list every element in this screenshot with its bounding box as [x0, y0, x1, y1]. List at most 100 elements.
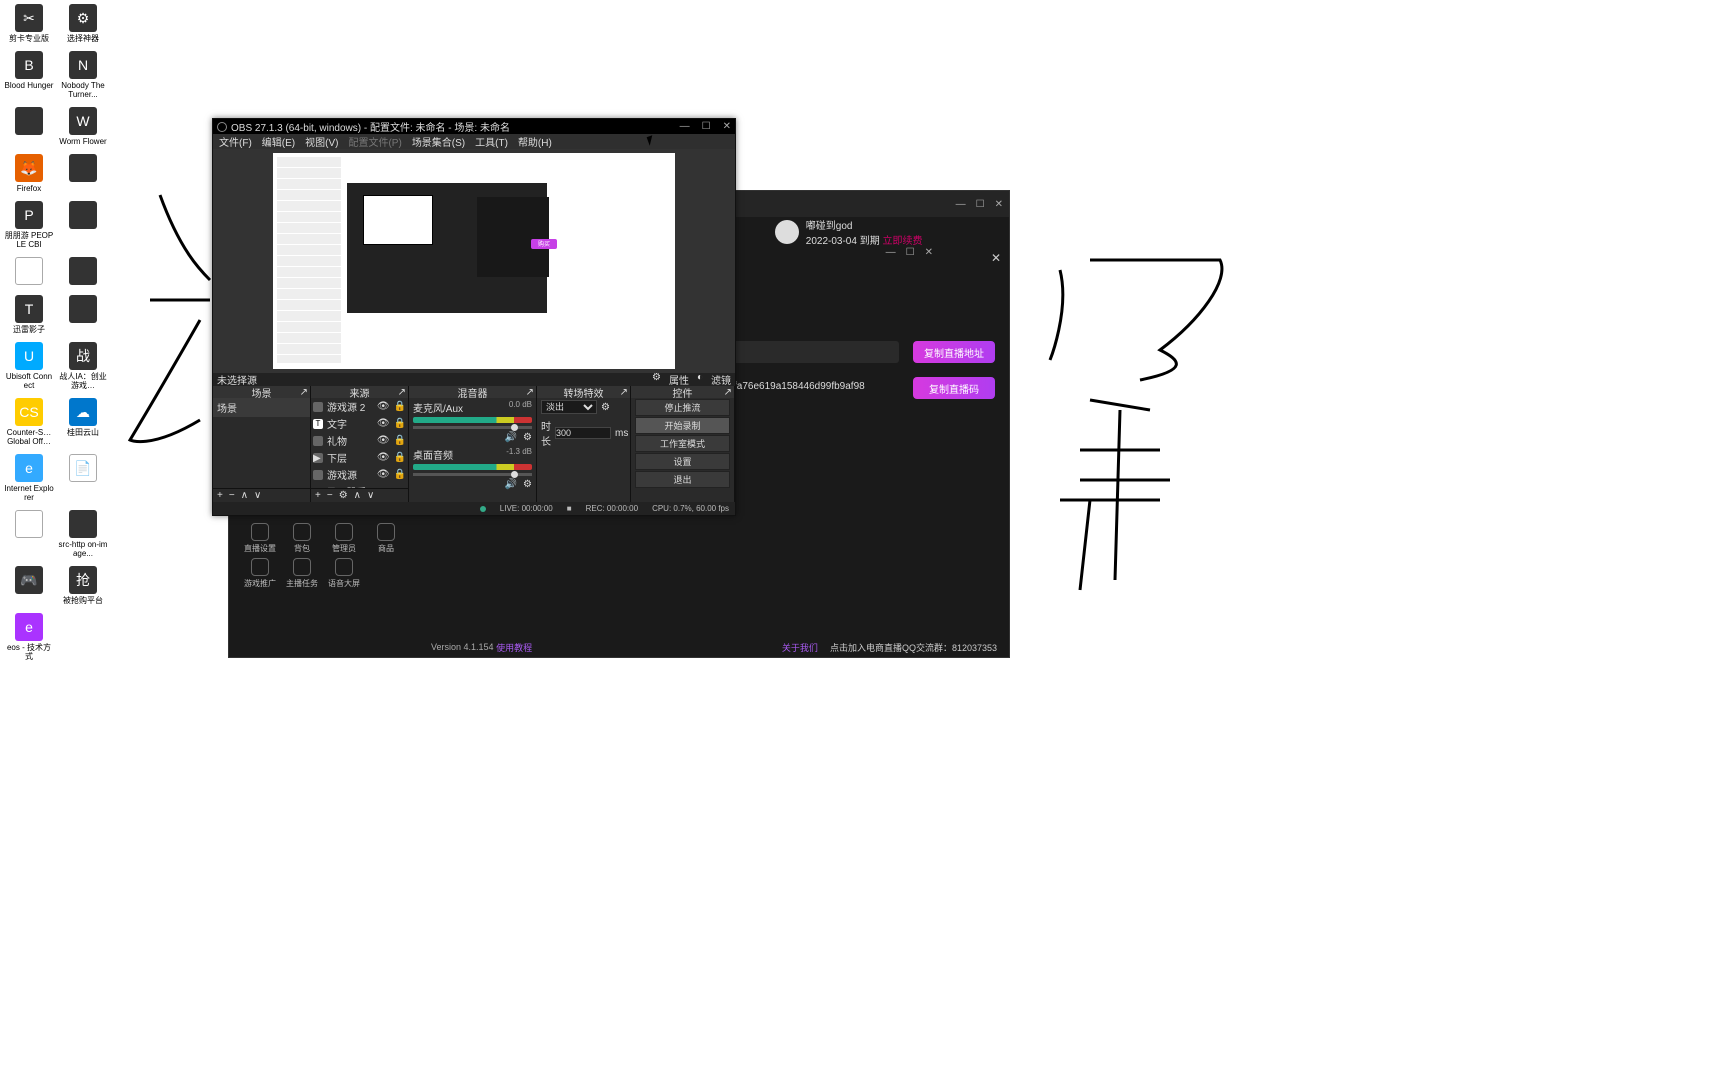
exit-button[interactable]: 退出	[635, 471, 730, 488]
grid-item-voice[interactable]: 语音大屏	[325, 558, 363, 589]
eye-icon[interactable]: 👁	[377, 401, 390, 412]
about-link[interactable]: 关于我们	[782, 641, 818, 654]
desktop-icon[interactable]: ✂剪卡专业版	[4, 4, 54, 43]
lock-icon[interactable]: 🔒	[394, 435, 406, 446]
menu-scene-collection[interactable]: 场景集合(S)	[412, 134, 465, 149]
down-button[interactable]: ∨	[367, 490, 374, 501]
desktop-icon[interactable]: WWorm Flower	[58, 107, 108, 146]
menu-view[interactable]: 视图(V)	[305, 134, 338, 149]
desktop-icon[interactable]: P朋朋游 PEOPLE CBI	[4, 201, 54, 249]
remove-button[interactable]: −	[327, 490, 333, 501]
remove-button[interactable]: −	[229, 490, 235, 501]
menu-profile[interactable]: 配置文件(P)	[348, 134, 401, 149]
source-item[interactable]: ▶下层👁🔒	[311, 449, 408, 466]
grid-item-settings[interactable]: 直播设置	[241, 523, 279, 554]
settings-button[interactable]: 设置	[635, 453, 730, 470]
add-button[interactable]: +	[217, 490, 223, 501]
popout-icon[interactable]: ↗	[526, 387, 534, 398]
gear-icon[interactable]: ⚙	[523, 479, 532, 490]
studio-mode-button[interactable]: 工作室模式	[635, 435, 730, 452]
start-record-button[interactable]: 开始录制	[635, 417, 730, 434]
desktop-icon[interactable]: 📄	[58, 454, 108, 502]
lock-icon[interactable]: 🔒	[394, 418, 406, 429]
eye-icon[interactable]: 👁	[377, 452, 390, 463]
scene-item[interactable]: 场景	[213, 398, 310, 417]
up-button[interactable]: ∧	[354, 490, 361, 501]
eye-icon[interactable]: 👁	[377, 469, 390, 480]
desktop-icon[interactable]: ⚙选择神器	[58, 4, 108, 43]
minimize-button[interactable]: —	[886, 247, 896, 258]
filters-button[interactable]: 滤镜	[711, 372, 731, 387]
tutorial-link[interactable]: 使用教程	[496, 641, 532, 654]
source-item[interactable]: 显示器采集👁🔒	[311, 483, 408, 488]
source-item[interactable]: 游戏源👁🔒	[311, 466, 408, 483]
grid-item-tasks[interactable]: 主播任务	[283, 558, 321, 589]
eye-icon[interactable]: 👁	[377, 435, 390, 446]
menu-file[interactable]: 文件(F)	[219, 134, 252, 149]
minimize-button[interactable]: —	[956, 199, 966, 210]
grid-item-goods[interactable]: 商品	[367, 523, 405, 554]
add-button[interactable]: +	[315, 490, 321, 501]
desktop-icon[interactable]: ☁桂田云山	[58, 398, 108, 446]
speaker-icon[interactable]: 🔊	[505, 432, 517, 443]
volume-slider[interactable]	[413, 473, 532, 476]
desktop-icon[interactable]: T迅雷影子	[4, 295, 54, 334]
desktop-icon[interactable]: NNobody The Turner...	[58, 51, 108, 99]
gear-icon[interactable]: ⚙	[339, 490, 348, 501]
gear-icon[interactable]: ⚙	[523, 432, 532, 443]
qq-group[interactable]: 点击加入电商直播QQ交流群：812037353	[830, 641, 997, 654]
desktop-icon[interactable]	[4, 257, 54, 287]
grid-item-admin[interactable]: 管理员	[325, 523, 363, 554]
gear-icon[interactable]: ⚙	[601, 402, 610, 413]
popout-icon[interactable]: ↗	[300, 387, 308, 398]
source-item[interactable]: T文字👁🔒	[311, 415, 408, 432]
gear-icon[interactable]: ⚙	[652, 372, 661, 387]
close-button[interactable]: ✕	[995, 199, 1003, 210]
down-button[interactable]: ∨	[254, 490, 261, 501]
lock-icon[interactable]: 🔒	[394, 401, 406, 412]
desktop-icon[interactable]	[58, 201, 108, 249]
desktop-icon[interactable]: 🦊Firefox	[4, 154, 54, 193]
maximize-button[interactable]: ☐	[976, 199, 985, 210]
popout-icon[interactable]: ↗	[724, 387, 732, 398]
desktop-icon[interactable]: eInternet Explorer	[4, 454, 54, 502]
lock-icon[interactable]: 🔒	[394, 452, 406, 463]
desktop-icon[interactable]	[58, 257, 108, 287]
stop-stream-button[interactable]: 停止推流	[635, 399, 730, 416]
desktop-icon[interactable]	[4, 107, 54, 146]
transition-select[interactable]: 淡出	[541, 400, 597, 414]
menu-edit[interactable]: 编辑(E)	[262, 134, 295, 149]
desktop-icon[interactable]	[58, 295, 108, 334]
lock-icon[interactable]: 🔒	[394, 469, 406, 480]
grid-item-bag[interactable]: 背包	[283, 523, 321, 554]
desktop-icon[interactable]: src-http on-image...	[58, 510, 108, 558]
desktop-icon[interactable]: 🎮	[4, 566, 54, 605]
close-icon[interactable]: ✕	[991, 251, 1001, 265]
source-item[interactable]: 礼物👁🔒	[311, 432, 408, 449]
volume-slider[interactable]	[413, 426, 532, 429]
renew-link[interactable]: 立即续费	[883, 236, 923, 247]
duration-input[interactable]	[555, 427, 611, 439]
filter-icon[interactable]: ◐	[697, 372, 703, 387]
desktop-icon[interactable]	[58, 154, 108, 193]
desktop-icon[interactable]: 抢被抢购平台	[58, 566, 108, 605]
close-button[interactable]: ✕	[723, 121, 731, 132]
speaker-icon[interactable]: 🔊	[505, 479, 517, 490]
maximize-button[interactable]: ☐	[906, 247, 915, 258]
desktop-icon[interactable]: UUbisoft Connect	[4, 342, 54, 390]
desktop-icon[interactable]: BBlood Hunger	[4, 51, 54, 99]
desktop-icon[interactable]: CSCounter-S… Global Off…	[4, 398, 54, 446]
grid-item-promo[interactable]: 游戏推广	[241, 558, 279, 589]
desktop-icon[interactable]: eeos - 技术方式	[4, 613, 54, 661]
stream-url-field[interactable]	[729, 341, 899, 363]
source-item[interactable]: 游戏源 2👁🔒	[311, 398, 408, 415]
menu-tools[interactable]: 工具(T)	[475, 134, 508, 149]
copy-code-button[interactable]: 复制直播码	[913, 377, 995, 399]
menu-help[interactable]: 帮助(H)	[518, 134, 552, 149]
popout-icon[interactable]: ↗	[398, 387, 406, 398]
popout-icon[interactable]: ↗	[620, 387, 628, 398]
obs-titlebar[interactable]: OBS 27.1.3 (64-bit, windows) - 配置文件: 未命名…	[213, 119, 735, 134]
eye-icon[interactable]: 👁	[377, 418, 390, 429]
desktop-icon[interactable]: 战战人IA：创业游戏…	[58, 342, 108, 390]
minimize-button[interactable]: —	[680, 121, 690, 132]
